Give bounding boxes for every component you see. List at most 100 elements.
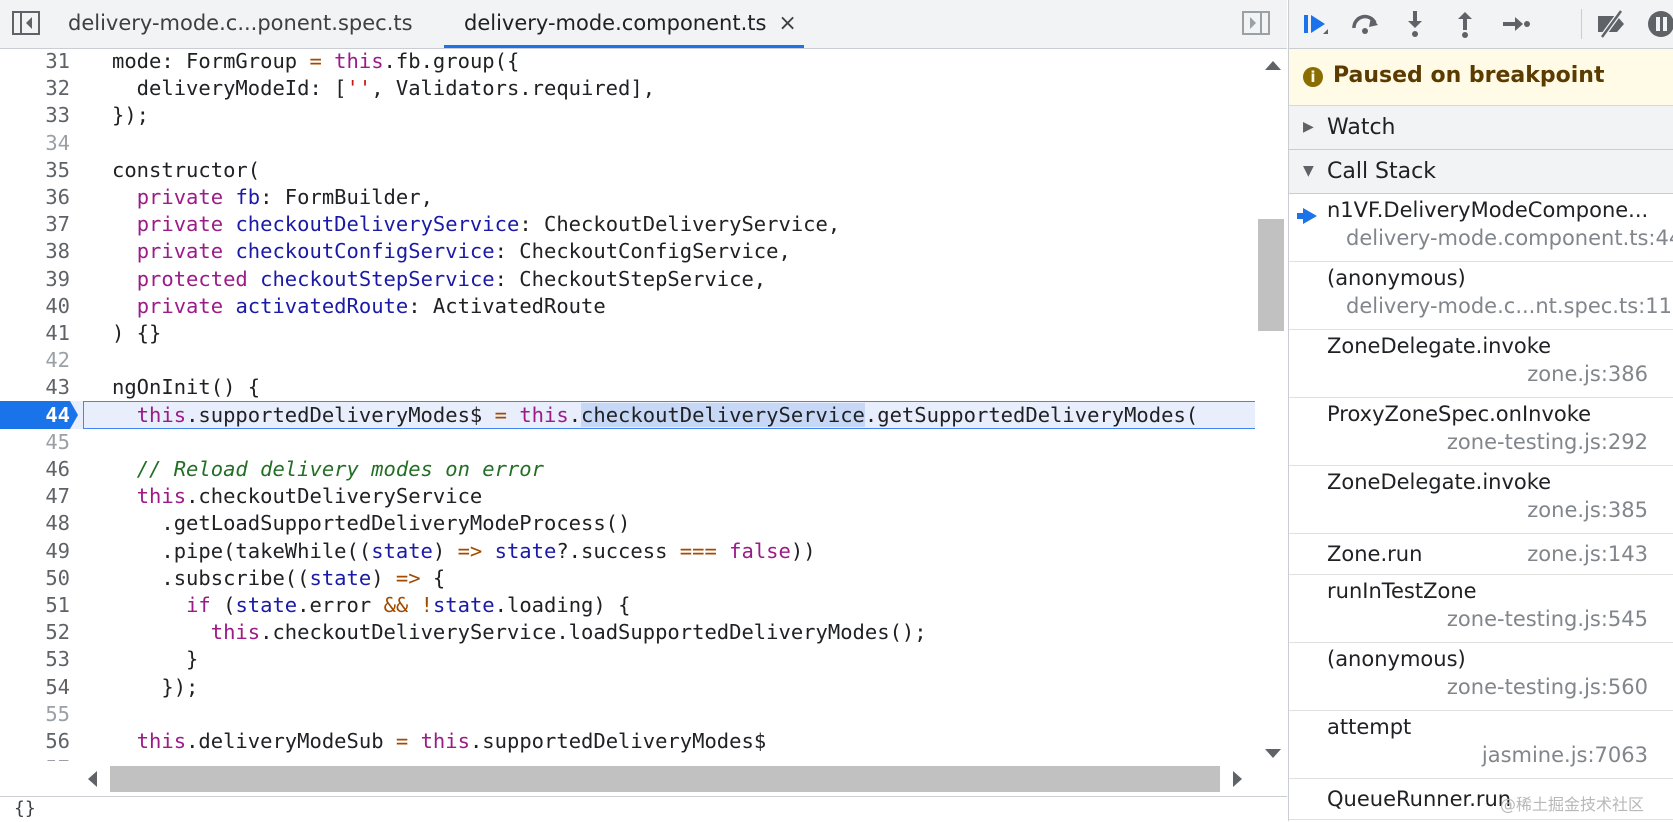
frame-location[interactable]: jasmine.js:7063 (1482, 743, 1648, 767)
resume-icon[interactable] (1297, 6, 1333, 42)
horizontal-scrollbar[interactable] (78, 764, 1255, 794)
tab-close-icon[interactable]: × (778, 1, 796, 47)
code-line[interactable]: 31 mode: FormGroup = this.fb.group({ (0, 49, 1255, 75)
code-line[interactable]: 41) {} (0, 319, 1255, 347)
horizontal-scroll-thumb[interactable] (110, 766, 1220, 792)
code-line[interactable]: 33}); (0, 101, 1255, 129)
code-line[interactable]: 42 (0, 346, 1255, 374)
line-number[interactable]: 57 (0, 754, 70, 761)
line-number[interactable]: 32 (0, 74, 70, 102)
line-number[interactable]: 41 (0, 319, 70, 347)
step-into-icon[interactable] (1397, 6, 1433, 42)
line-number[interactable]: 45 (0, 428, 70, 456)
step-over-icon[interactable] (1347, 6, 1383, 42)
frame-location[interactable]: zone.js:143 (1527, 542, 1648, 566)
frame-function-name: (anonymous) (1327, 266, 1466, 290)
code-line[interactable]: 39 protected checkoutStepService: Checko… (0, 265, 1255, 293)
code-area[interactable]: 31 mode: FormGroup = this.fb.group({32 de… (0, 49, 1255, 761)
line-number[interactable]: 48 (0, 509, 70, 537)
scroll-down-arrow-icon[interactable] (1265, 749, 1281, 758)
code-line[interactable]: 40 private activatedRoute: ActivatedRout… (0, 292, 1255, 320)
frame-location[interactable]: delivery-mode.component.ts:44 (1346, 226, 1673, 250)
line-number[interactable]: 46 (0, 455, 70, 483)
line-number[interactable]: 38 (0, 237, 70, 265)
code-line[interactable]: 34 (0, 129, 1255, 157)
call-frame[interactable]: Zone.run zone.js:143 (1289, 534, 1673, 575)
code-line[interactable]: 38 private checkoutConfigService: Checko… (0, 237, 1255, 265)
code-line[interactable]: 37 private checkoutDeliveryService: Chec… (0, 210, 1255, 238)
code-line[interactable]: 57 (0, 754, 1255, 761)
code-line[interactable]: 46 // Reload delivery modes on error (0, 455, 1255, 483)
line-number[interactable]: 31 (0, 49, 70, 75)
tab-spec-file[interactable]: delivery-mode.c...ponent.spec.ts (68, 0, 448, 48)
scroll-up-arrow-icon[interactable] (1265, 61, 1281, 70)
line-number[interactable]: 50 (0, 564, 70, 592)
call-frame[interactable]: attempt jasmine.js:7063 (1289, 711, 1673, 779)
vertical-scrollbar[interactable] (1256, 49, 1287, 761)
collapse-triangle-icon: ▼ (1303, 163, 1314, 179)
code-line[interactable]: 32 deliveryModeId: ['', Validators.requi… (0, 74, 1255, 102)
deactivate-breakpoints-icon[interactable] (1593, 6, 1629, 42)
frame-location[interactable]: zone-testing.js:560 (1447, 675, 1648, 699)
code-line[interactable]: 51 if (state.error && !state.loading) { (0, 591, 1255, 619)
call-frame[interactable]: ProxyZoneSpec.onInvoke zone-testing.js:29… (1289, 398, 1673, 466)
tab-component-file[interactable]: delivery-mode.component.ts × (444, 0, 804, 48)
line-number[interactable]: 51 (0, 591, 70, 619)
line-number[interactable]: 33 (0, 101, 70, 129)
frame-location[interactable]: zone.js:385 (1527, 498, 1648, 522)
step-out-icon[interactable] (1447, 6, 1483, 42)
line-number[interactable]: 54 (0, 673, 70, 701)
code-line[interactable]: 48 .getLoadSupportedDeliveryModeProcess(… (0, 509, 1255, 537)
frame-function-name: runInTestZone (1327, 579, 1477, 603)
call-stack-section-header[interactable]: ▼ Call Stack (1289, 150, 1673, 194)
line-number[interactable]: 43 (0, 373, 70, 401)
line-number[interactable]: 49 (0, 537, 70, 565)
breakpoint-marker[interactable]: 44 (0, 400, 82, 429)
scroll-right-arrow-icon[interactable] (1233, 771, 1242, 787)
call-frame[interactable]: (anonymous) zone-testing.js:560 (1289, 643, 1673, 711)
scroll-left-arrow-icon[interactable] (88, 771, 97, 787)
pause-on-exceptions-icon[interactable] (1643, 6, 1673, 42)
frame-location[interactable]: delivery-mode.c...nt.spec.ts:118 (1346, 294, 1673, 318)
code-line[interactable]: 49 .pipe(takeWhile((state) => state?.suc… (0, 537, 1255, 565)
line-number[interactable]: 42 (0, 346, 70, 374)
code-line[interactable]: 50 .subscribe((state) => { (0, 564, 1255, 592)
code-line[interactable]: 47 this.checkoutDeliveryService (0, 482, 1255, 510)
call-frame[interactable]: runInTestZone zone-testing.js:545 (1289, 575, 1673, 643)
call-frame[interactable]: n1VF.DeliveryModeCompone... delivery-mode… (1289, 194, 1673, 262)
line-number[interactable]: 56 (0, 727, 70, 755)
line-number[interactable]: 37 (0, 210, 70, 238)
line-number[interactable]: 34 (0, 129, 70, 157)
line-number[interactable]: 52 (0, 618, 70, 646)
pretty-print-button[interactable]: {} (14, 798, 36, 819)
step-icon[interactable] (1497, 6, 1533, 42)
code-line[interactable]: 35 constructor( (0, 156, 1255, 184)
code-line[interactable]: 55 (0, 700, 1255, 728)
code-line[interactable]: 53 } (0, 645, 1255, 673)
line-number[interactable]: 36 (0, 183, 70, 211)
info-icon: i (1303, 67, 1323, 87)
frame-location[interactable]: zone-testing.js:292 (1447, 430, 1648, 454)
call-frame[interactable]: (anonymous) delivery-mode.c...nt.spec.ts:… (1289, 262, 1673, 330)
vertical-scroll-thumb[interactable] (1258, 219, 1284, 331)
call-frame[interactable]: ZoneDelegate.invoke zone.js:385 (1289, 466, 1673, 534)
line-number[interactable]: 35 (0, 156, 70, 184)
frame-location[interactable]: zone-testing.js:545 (1447, 607, 1648, 631)
line-number[interactable]: 40 (0, 292, 70, 320)
code-line[interactable]: 45 (0, 428, 1255, 456)
call-frame[interactable]: ZoneDelegate.invoke zone.js:386 (1289, 330, 1673, 398)
line-number[interactable]: 55 (0, 700, 70, 728)
code-line[interactable]: 54 }); (0, 673, 1255, 701)
watch-section-header[interactable]: ▶ Watch (1289, 106, 1673, 150)
line-number[interactable]: 47 (0, 482, 70, 510)
code-line[interactable]: 44 this.supportedDeliveryModes$ = this.c… (0, 400, 1255, 429)
code-line[interactable]: 36 private fb: FormBuilder, (0, 183, 1255, 211)
code-line[interactable]: 56 this.deliveryModeSub = this.supported… (0, 727, 1255, 755)
line-number[interactable]: 39 (0, 265, 70, 293)
code-line[interactable]: 52 this.checkoutDeliveryService.loadSupp… (0, 618, 1255, 646)
code-line[interactable]: 43 ngOnInit() { (0, 373, 1255, 401)
left-panel-toggle-icon[interactable] (10, 9, 42, 37)
line-number[interactable]: 53 (0, 645, 70, 673)
frame-location[interactable]: zone.js:386 (1527, 362, 1648, 386)
right-panel-toggle-icon[interactable] (1240, 9, 1272, 37)
